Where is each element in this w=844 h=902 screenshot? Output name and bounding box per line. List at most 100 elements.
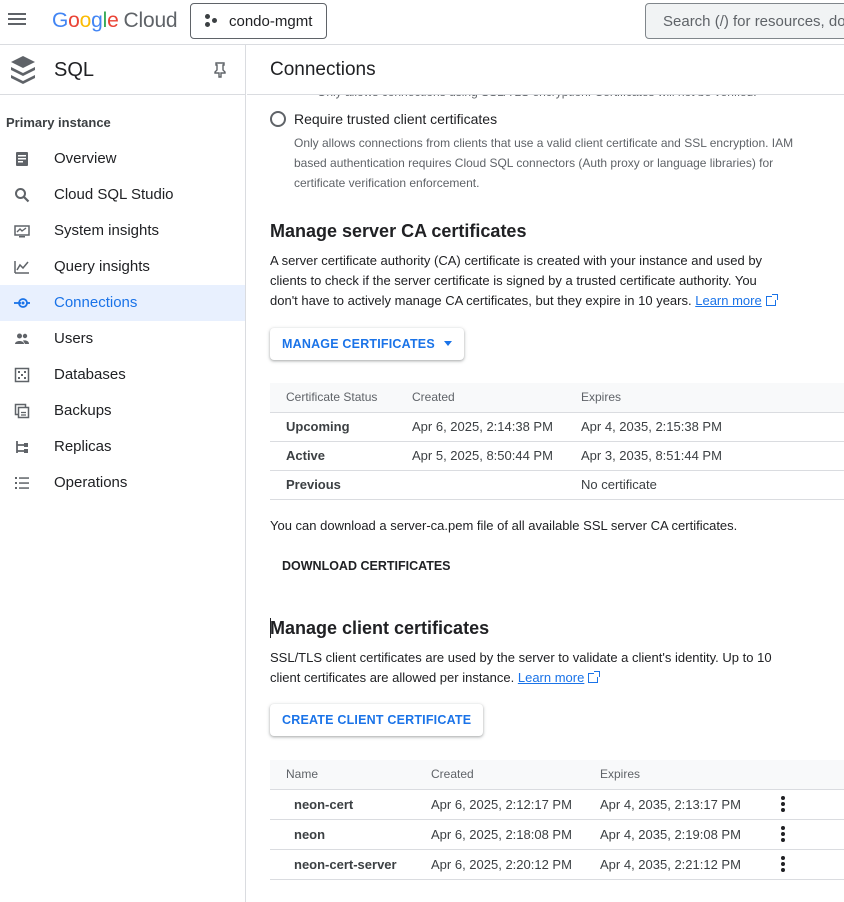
page-title: Connections (270, 59, 376, 80)
sidebar-item-databases[interactable]: Databases (0, 357, 245, 393)
table-row: neon Apr 6, 2025, 2:18:08 PM Apr 4, 2035… (270, 819, 844, 850)
cert-created: Apr 6, 2025, 2:14:38 PM (412, 412, 581, 442)
monitor-icon (14, 225, 30, 238)
sidebar-item-cloud-sql-studio[interactable]: Cloud SQL Studio (0, 177, 245, 213)
sidebar-item-operations[interactable]: Operations (0, 465, 245, 501)
radio-description: Only allows connections from clients tha… (294, 136, 794, 190)
external-link-icon (765, 294, 778, 306)
cert-created: Apr 6, 2025, 2:20:12 PM (431, 849, 600, 880)
sidebar-item-label: Users (54, 330, 94, 347)
column-header[interactable]: Name (270, 760, 431, 790)
dropdown-caret-icon (443, 341, 452, 346)
sidebar-item-label: Replicas (54, 438, 112, 455)
sidebar-item-label: Cloud SQL Studio (54, 186, 174, 203)
create-client-certificate-button[interactable]: CREATE CLIENT CERTIFICATE (270, 704, 484, 736)
database-icon (14, 367, 30, 383)
column-header[interactable]: Created (431, 760, 600, 790)
top-bar: Google Cloud condo-mgmt Search (/) for re… (0, 0, 844, 45)
radio-label: Require trusted client certificates (294, 111, 498, 127)
cert-name: neon-cert-server (270, 849, 431, 880)
more-actions-icon[interactable] (780, 826, 785, 842)
cert-expires: Apr 4, 2035, 2:13:17 PM (600, 796, 741, 812)
main-panel: Connections Only allows connections usin… (247, 45, 844, 902)
column-header[interactable]: Certificate Status (270, 383, 412, 413)
section-label-primary-instance: Primary instance (6, 115, 111, 130)
sidebar-item-label: Connections (54, 294, 138, 311)
backup-icon (14, 403, 30, 419)
server-ca-table: Certificate Status Created Expires Upcom… (270, 383, 844, 500)
column-header[interactable]: Created (412, 383, 581, 413)
connections-icon (14, 298, 30, 308)
sidebar-item-label: Overview (54, 150, 117, 167)
sidebar-item-query-insights[interactable]: Query insights (0, 249, 245, 285)
table-header-row: Name Created Expires (270, 760, 844, 790)
download-note: You can download a server-ca.pem file of… (270, 518, 738, 533)
external-link-icon (588, 671, 601, 683)
client-certs-table: Name Created Expires neon-cert Apr 6, 20… (270, 760, 844, 880)
sidebar-item-replicas[interactable]: Replicas (0, 429, 245, 465)
users-icon (15, 333, 29, 344)
sidebar-item-label: Operations (54, 474, 128, 491)
table-row: Upcoming Apr 6, 2025, 2:14:38 PM Apr 4, … (270, 412, 844, 442)
column-header[interactable]: Expires (600, 760, 844, 790)
table-row: Previous No certificate (270, 470, 844, 500)
table-header-row: Certificate Status Created Expires (270, 383, 844, 413)
client-certs-learn-more-link[interactable]: Learn more (518, 670, 584, 685)
project-name: condo-mgmt (229, 12, 313, 30)
cert-expires: Apr 4, 2035, 2:19:08 PM (600, 826, 741, 842)
sidebar-item-label: System insights (54, 222, 160, 239)
cert-created: Apr 5, 2025, 8:50:44 PM (412, 441, 581, 471)
sidebar-item-label: Databases (54, 366, 126, 383)
more-actions-icon[interactable] (780, 796, 785, 812)
cert-expires: Apr 3, 2035, 8:51:44 PM (581, 441, 844, 471)
cert-created (412, 470, 581, 500)
cert-created: Apr 6, 2025, 2:18:08 PM (431, 819, 600, 850)
cert-status: Upcoming (270, 412, 412, 442)
sidebar-item-backups[interactable]: Backups (0, 393, 245, 429)
chart-icon (14, 261, 29, 274)
search-icon (15, 188, 30, 203)
cert-created: Apr 6, 2025, 2:12:17 PM (431, 789, 600, 820)
sidebar-item-label: Backups (54, 402, 112, 419)
cert-name: neon-cert (270, 789, 431, 820)
search-input[interactable]: Search (/) for resources, docs (645, 3, 844, 39)
table-row: Active Apr 5, 2025, 8:50:44 PM Apr 3, 20… (270, 441, 844, 471)
replica-icon (16, 441, 28, 453)
require-trusted-certs-radio[interactable]: Require trusted client certificates (270, 111, 497, 127)
client-certs-heading: Manage client certificates (270, 618, 490, 638)
cert-status: Previous (270, 470, 412, 500)
manage-certificates-button[interactable]: MANAGE CERTIFICATES (270, 328, 464, 360)
radio-button[interactable] (270, 111, 286, 127)
download-certificates-button[interactable]: DOWNLOAD CERTIFICATES (270, 550, 463, 582)
pin-icon[interactable] (213, 62, 227, 78)
server-ca-text: A server certificate authority (CA) cert… (270, 253, 763, 308)
column-header[interactable]: Expires (581, 383, 844, 413)
project-icon (205, 14, 219, 28)
main-menu-icon[interactable] (8, 10, 28, 30)
server-ca-description: A server certificate authority (CA) cert… (270, 251, 780, 311)
sidebar-item-connections[interactable]: Connections (0, 285, 245, 321)
sidebar-item-system-insights[interactable]: System insights (0, 213, 245, 249)
list-icon (15, 477, 29, 489)
server-ca-heading: Manage server CA certificates (270, 221, 527, 241)
sidebar: SQL Primary instance Overview Cloud SQL … (0, 45, 246, 902)
sidebar-header: SQL (0, 45, 245, 95)
table-row: neon-cert-server Apr 6, 2025, 2:20:12 PM… (270, 849, 844, 880)
page-header: Connections (247, 45, 844, 95)
google-cloud-logo[interactable]: Google Cloud (52, 9, 178, 33)
sidebar-item-users[interactable]: Users (0, 321, 245, 357)
sidebar-item-label: Query insights (54, 258, 150, 275)
project-picker-button[interactable]: condo-mgmt (190, 3, 327, 39)
client-certs-description: SSL/TLS client certificates are used by … (270, 648, 780, 688)
product-title: SQL (54, 59, 95, 81)
sidebar-item-overview[interactable]: Overview (0, 141, 245, 177)
more-actions-icon[interactable] (780, 856, 785, 872)
overview-icon (16, 152, 28, 166)
sql-product-icon (11, 56, 35, 84)
table-row: neon-cert Apr 6, 2025, 2:12:17 PM Apr 4,… (270, 789, 844, 820)
cert-expires-cell: Apr 4, 2035, 2:19:08 PM (600, 819, 844, 850)
manage-certificates-label: MANAGE CERTIFICATES (282, 337, 435, 351)
cert-expires-cell: Apr 4, 2035, 2:21:12 PM (600, 849, 844, 880)
cert-expires: No certificate (581, 470, 844, 500)
server-ca-learn-more-link[interactable]: Learn more (695, 293, 761, 308)
